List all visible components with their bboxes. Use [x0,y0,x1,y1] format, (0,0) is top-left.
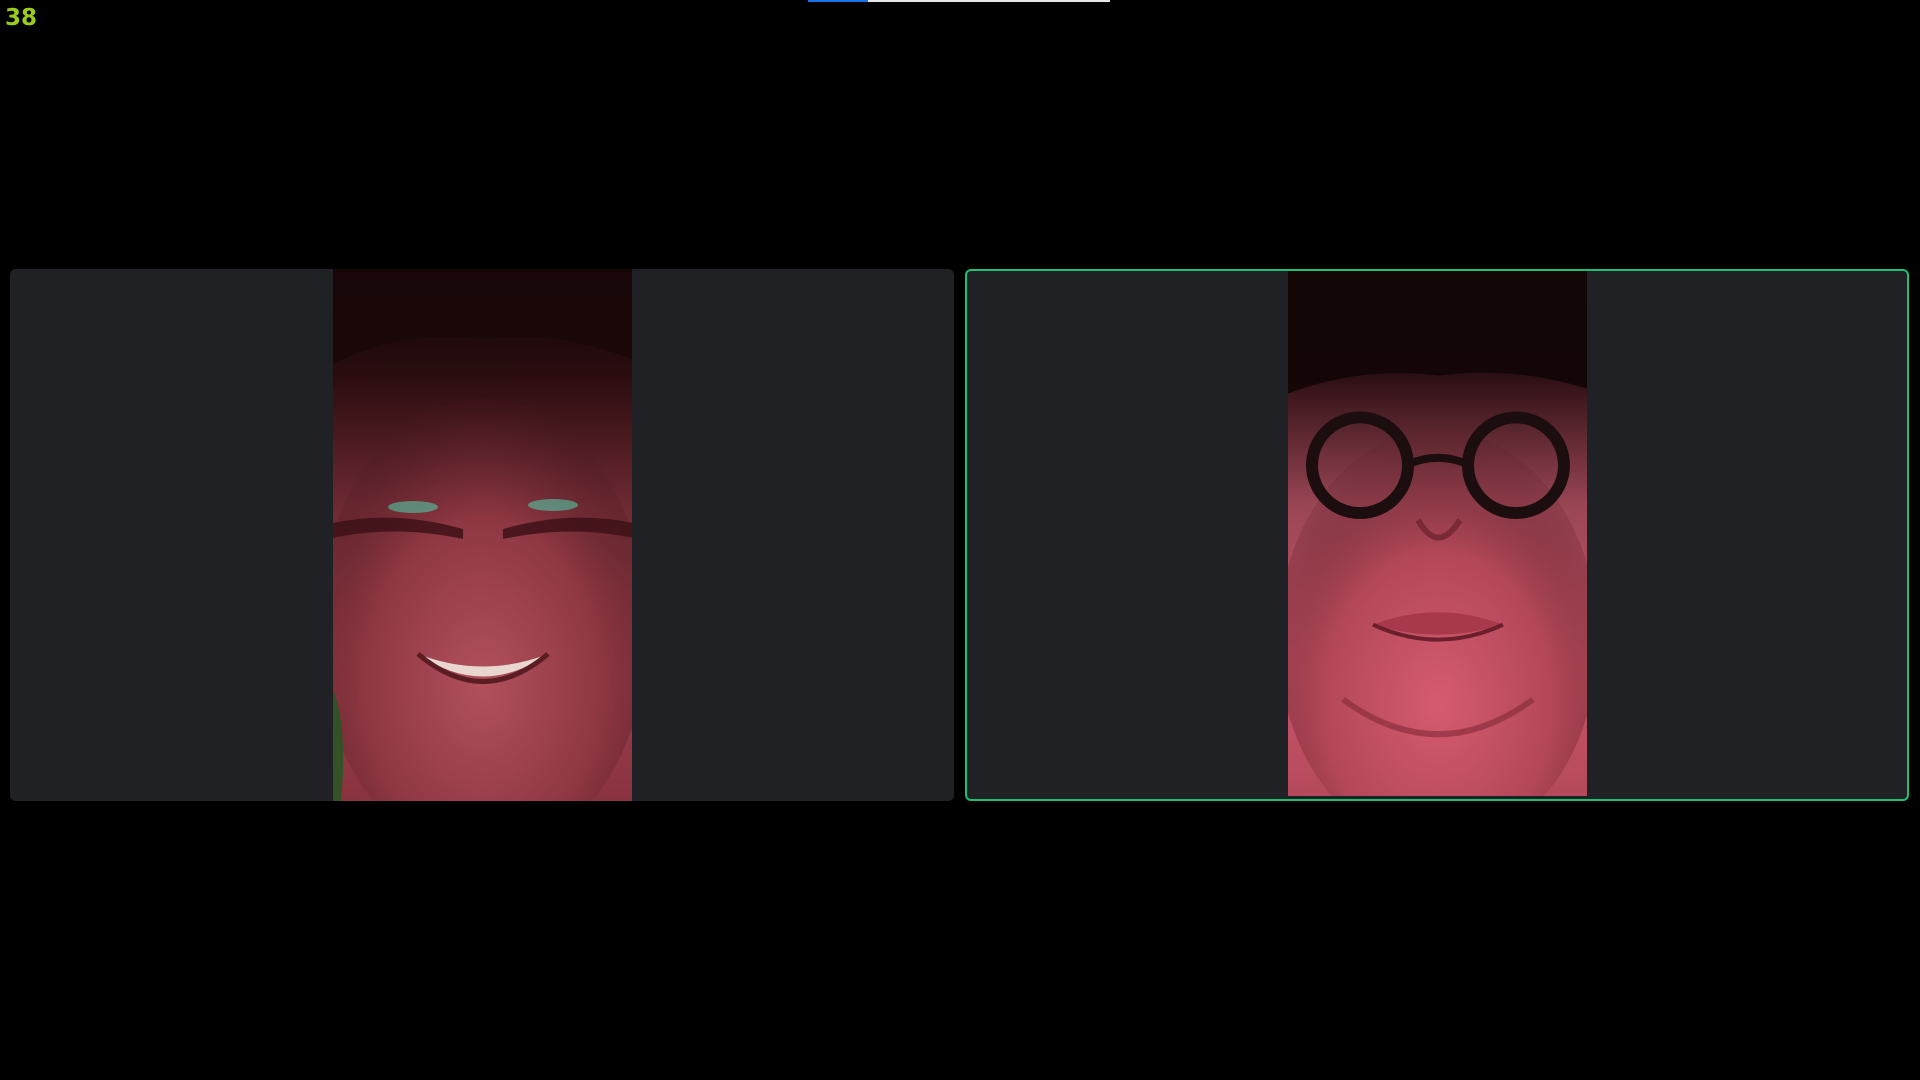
participant-gallery [10,269,1909,801]
top-progress-bar [808,0,1110,2]
participant-video-frame-1 [333,269,632,801]
participant-video-2 [1288,271,1587,796]
top-progress-fill [808,0,869,2]
fps-counter: 38 [5,5,38,31]
participant-tile-2-active-speaker[interactable] [965,269,1909,801]
participant-video-frame-2 [1288,271,1587,796]
participant-tile-1[interactable] [10,269,954,801]
participant-video-1 [333,269,632,801]
video-call-stage: 38 [0,0,1920,1080]
